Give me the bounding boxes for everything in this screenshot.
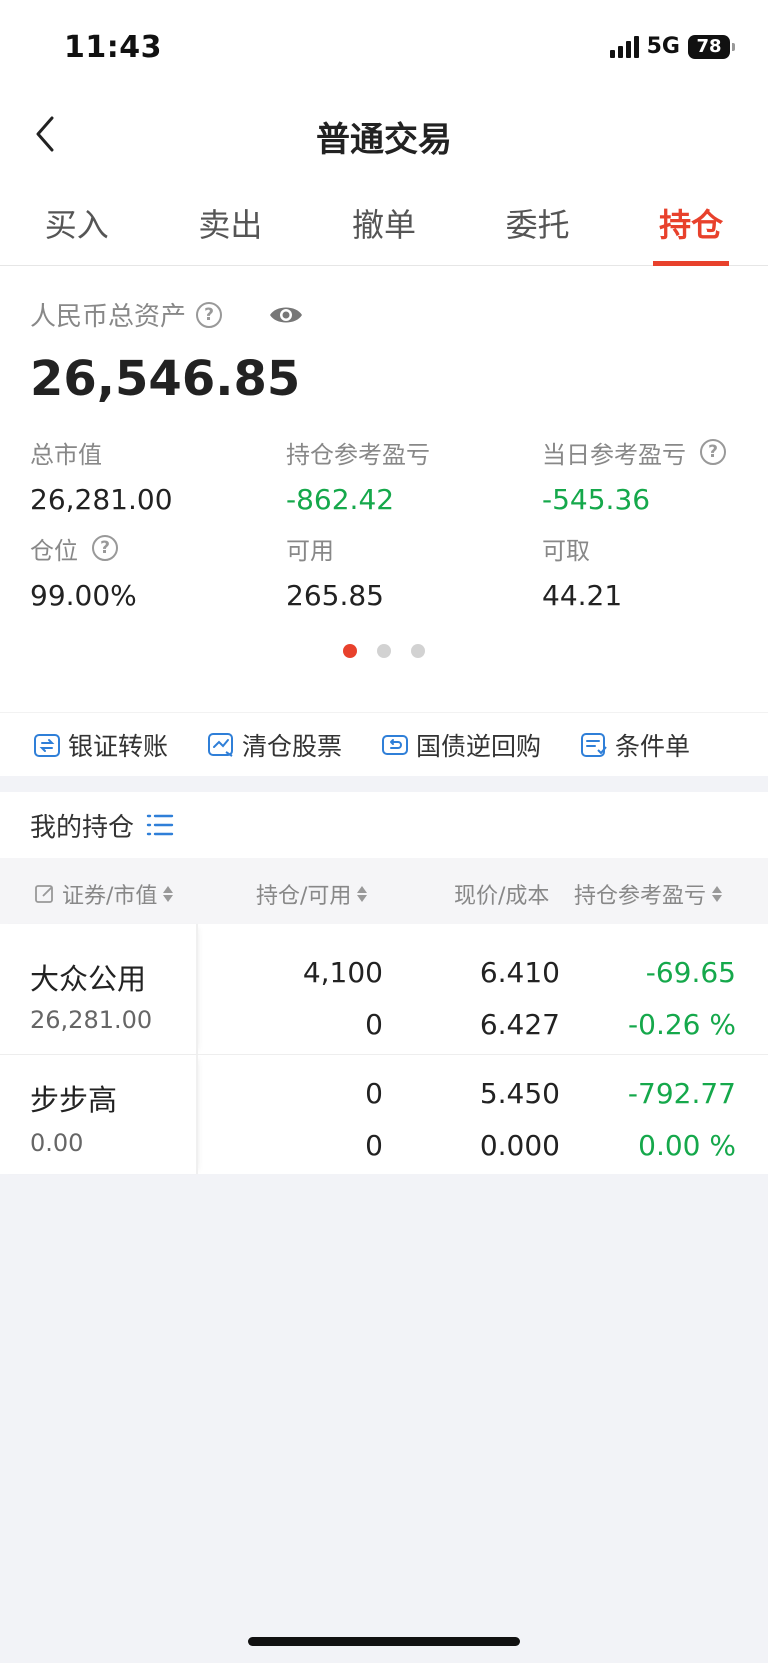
bank-transfer-button[interactable]: 银证转账 bbox=[32, 727, 168, 763]
stat-position-pnl: 持仓参考盈亏 -862.42 bbox=[286, 433, 542, 529]
asset-summary: 人民币总资产 ? 26,546.85 总市值 26,281.00 持仓参考盈亏 … bbox=[0, 266, 768, 712]
position-qty: 0 bbox=[365, 1077, 383, 1110]
cost-price: 6.427 bbox=[479, 1008, 560, 1041]
sort-icon bbox=[712, 886, 723, 902]
column-header-label: 现价/成本 bbox=[454, 884, 550, 909]
available-qty: 0 bbox=[365, 1129, 383, 1162]
cost-price: 0.000 bbox=[479, 1129, 560, 1162]
edit-icon[interactable] bbox=[34, 883, 56, 905]
col-position-available[interactable]: 持仓/可用 bbox=[256, 878, 368, 910]
pnl-amount: -792.77 bbox=[627, 1077, 736, 1110]
stat-value: 44.21 bbox=[542, 579, 623, 612]
stat-value: 265.85 bbox=[286, 579, 384, 612]
quick-action-label: 国债逆回购 bbox=[416, 731, 542, 761]
status-indicators: 5G 78 bbox=[609, 34, 735, 59]
section-divider bbox=[0, 776, 768, 792]
bond-repo-button[interactable]: 国债逆回购 bbox=[380, 727, 541, 763]
status-bar: 11:43 5G 78 bbox=[0, 0, 768, 92]
sort-icon bbox=[163, 886, 174, 902]
battery-icon: 78 bbox=[688, 34, 735, 59]
pnl-amount: -69.65 bbox=[645, 956, 736, 989]
holdings-title: 我的持仓 bbox=[30, 812, 135, 843]
security-name: 大众公用 bbox=[30, 962, 147, 996]
header: 11:43 5G 78 普通交易 买入 卖出 撤单 委托 持仓 bbox=[0, 0, 768, 266]
asset-stats: 总市值 26,281.00 持仓参考盈亏 -862.42 当日参考盈亏? -54… bbox=[30, 433, 738, 625]
stat-daily-pnl: 当日参考盈亏? -545.36 bbox=[542, 433, 742, 529]
condition-order-icon bbox=[581, 732, 607, 757]
tab-orders[interactable]: 委托 bbox=[461, 180, 615, 265]
position-qty: 4,100 bbox=[302, 956, 383, 989]
quick-actions: 银证转账 清仓股票 国债逆回购 条件单 bbox=[0, 712, 768, 776]
col-security-value[interactable]: 证券/市值 bbox=[34, 878, 174, 910]
bond-repo-icon bbox=[382, 734, 409, 755]
network-type: 5G bbox=[646, 34, 680, 59]
total-assets-label-row: 人民币总资产 ? bbox=[30, 296, 738, 333]
quick-action-label: 银证转账 bbox=[68, 731, 169, 761]
condition-order-button[interactable]: 条件单 bbox=[579, 727, 690, 763]
page-dot-active bbox=[343, 644, 357, 658]
total-assets-value: 26,546.85 bbox=[30, 351, 301, 407]
holdings-section: 我的持仓 证券/市值 持仓/可用 现价/成本 持仓参考盈亏 大众公用 26,28… bbox=[0, 792, 768, 1174]
page-indicator[interactable] bbox=[0, 644, 768, 658]
stat-value: -545.36 bbox=[542, 483, 651, 516]
stat-label: 当日参考盈亏 bbox=[542, 440, 686, 469]
security-name: 步步高 bbox=[30, 1083, 118, 1117]
quick-action-label: 条件单 bbox=[615, 731, 691, 761]
trade-tabs: 买入 卖出 撤单 委托 持仓 bbox=[0, 180, 768, 266]
total-assets-label: 人民币总资产 bbox=[30, 302, 187, 332]
bank-transfer-icon bbox=[34, 733, 60, 757]
list-icon[interactable] bbox=[146, 813, 174, 837]
available-qty: 0 bbox=[365, 1008, 383, 1041]
stat-label: 可用 bbox=[286, 536, 334, 565]
clear-position-button[interactable]: 清仓股票 bbox=[206, 727, 342, 763]
market-value: 26,281.00 bbox=[30, 1006, 153, 1034]
holdings-header: 我的持仓 bbox=[0, 792, 768, 858]
stat-withdrawable: 可取 44.21 bbox=[542, 529, 742, 625]
current-price: 5.450 bbox=[479, 1077, 560, 1110]
column-header-label: 持仓参考盈亏 bbox=[574, 884, 707, 909]
pnl-percent: -0.26 % bbox=[628, 1008, 736, 1041]
stat-label: 总市值 bbox=[30, 440, 102, 469]
battery-level: 78 bbox=[696, 36, 722, 57]
pnl-percent: 0.00 % bbox=[638, 1129, 736, 1162]
holding-row[interactable]: 步步高 0.00 0 0 5.450 0.000 -792.77 0.00 % bbox=[0, 1054, 768, 1174]
column-header-label: 证券/市值 bbox=[62, 884, 158, 909]
page-title: 普通交易 bbox=[316, 120, 452, 160]
quick-action-label: 清仓股票 bbox=[242, 731, 343, 761]
holdings-table-header: 证券/市值 持仓/可用 现价/成本 持仓参考盈亏 bbox=[0, 858, 768, 924]
page-dot bbox=[377, 644, 391, 658]
stat-label: 仓位 bbox=[30, 536, 78, 565]
tab-positions[interactable]: 持仓 bbox=[614, 180, 768, 265]
clear-position-icon bbox=[208, 732, 234, 757]
stat-value: -862.42 bbox=[286, 483, 395, 516]
stat-value: 26,281.00 bbox=[30, 483, 173, 516]
tab-cancel-order[interactable]: 撤单 bbox=[307, 180, 461, 265]
market-value: 0.00 bbox=[30, 1129, 84, 1157]
nav-bar: 普通交易 bbox=[0, 92, 768, 180]
help-icon[interactable]: ? bbox=[92, 535, 118, 561]
stat-market-value: 总市值 26,281.00 bbox=[30, 433, 286, 529]
help-icon[interactable]: ? bbox=[196, 301, 223, 328]
stat-label: 持仓参考盈亏 bbox=[286, 440, 430, 469]
signal-icon bbox=[609, 35, 639, 58]
stat-label: 可取 bbox=[542, 536, 590, 565]
home-indicator[interactable] bbox=[248, 1637, 520, 1646]
stat-value: 99.00% bbox=[30, 579, 137, 612]
stat-available: 可用 265.85 bbox=[286, 529, 542, 625]
col-position-pnl[interactable]: 持仓参考盈亏 bbox=[574, 878, 723, 910]
current-price: 6.410 bbox=[479, 956, 560, 989]
status-time: 11:43 bbox=[64, 30, 162, 65]
sort-icon bbox=[357, 886, 368, 902]
help-icon[interactable]: ? bbox=[700, 439, 726, 465]
stat-position-ratio: 仓位? 99.00% bbox=[30, 529, 286, 625]
holding-row[interactable]: 大众公用 26,281.00 4,100 0 6.410 6.427 -69.6… bbox=[0, 924, 768, 1054]
page-dot bbox=[411, 644, 425, 658]
tab-buy[interactable]: 买入 bbox=[0, 180, 154, 265]
column-header-label: 持仓/可用 bbox=[256, 884, 352, 909]
tab-sell[interactable]: 卖出 bbox=[154, 180, 308, 265]
col-price-cost: 现价/成本 bbox=[454, 878, 549, 910]
eye-icon[interactable] bbox=[268, 303, 304, 327]
